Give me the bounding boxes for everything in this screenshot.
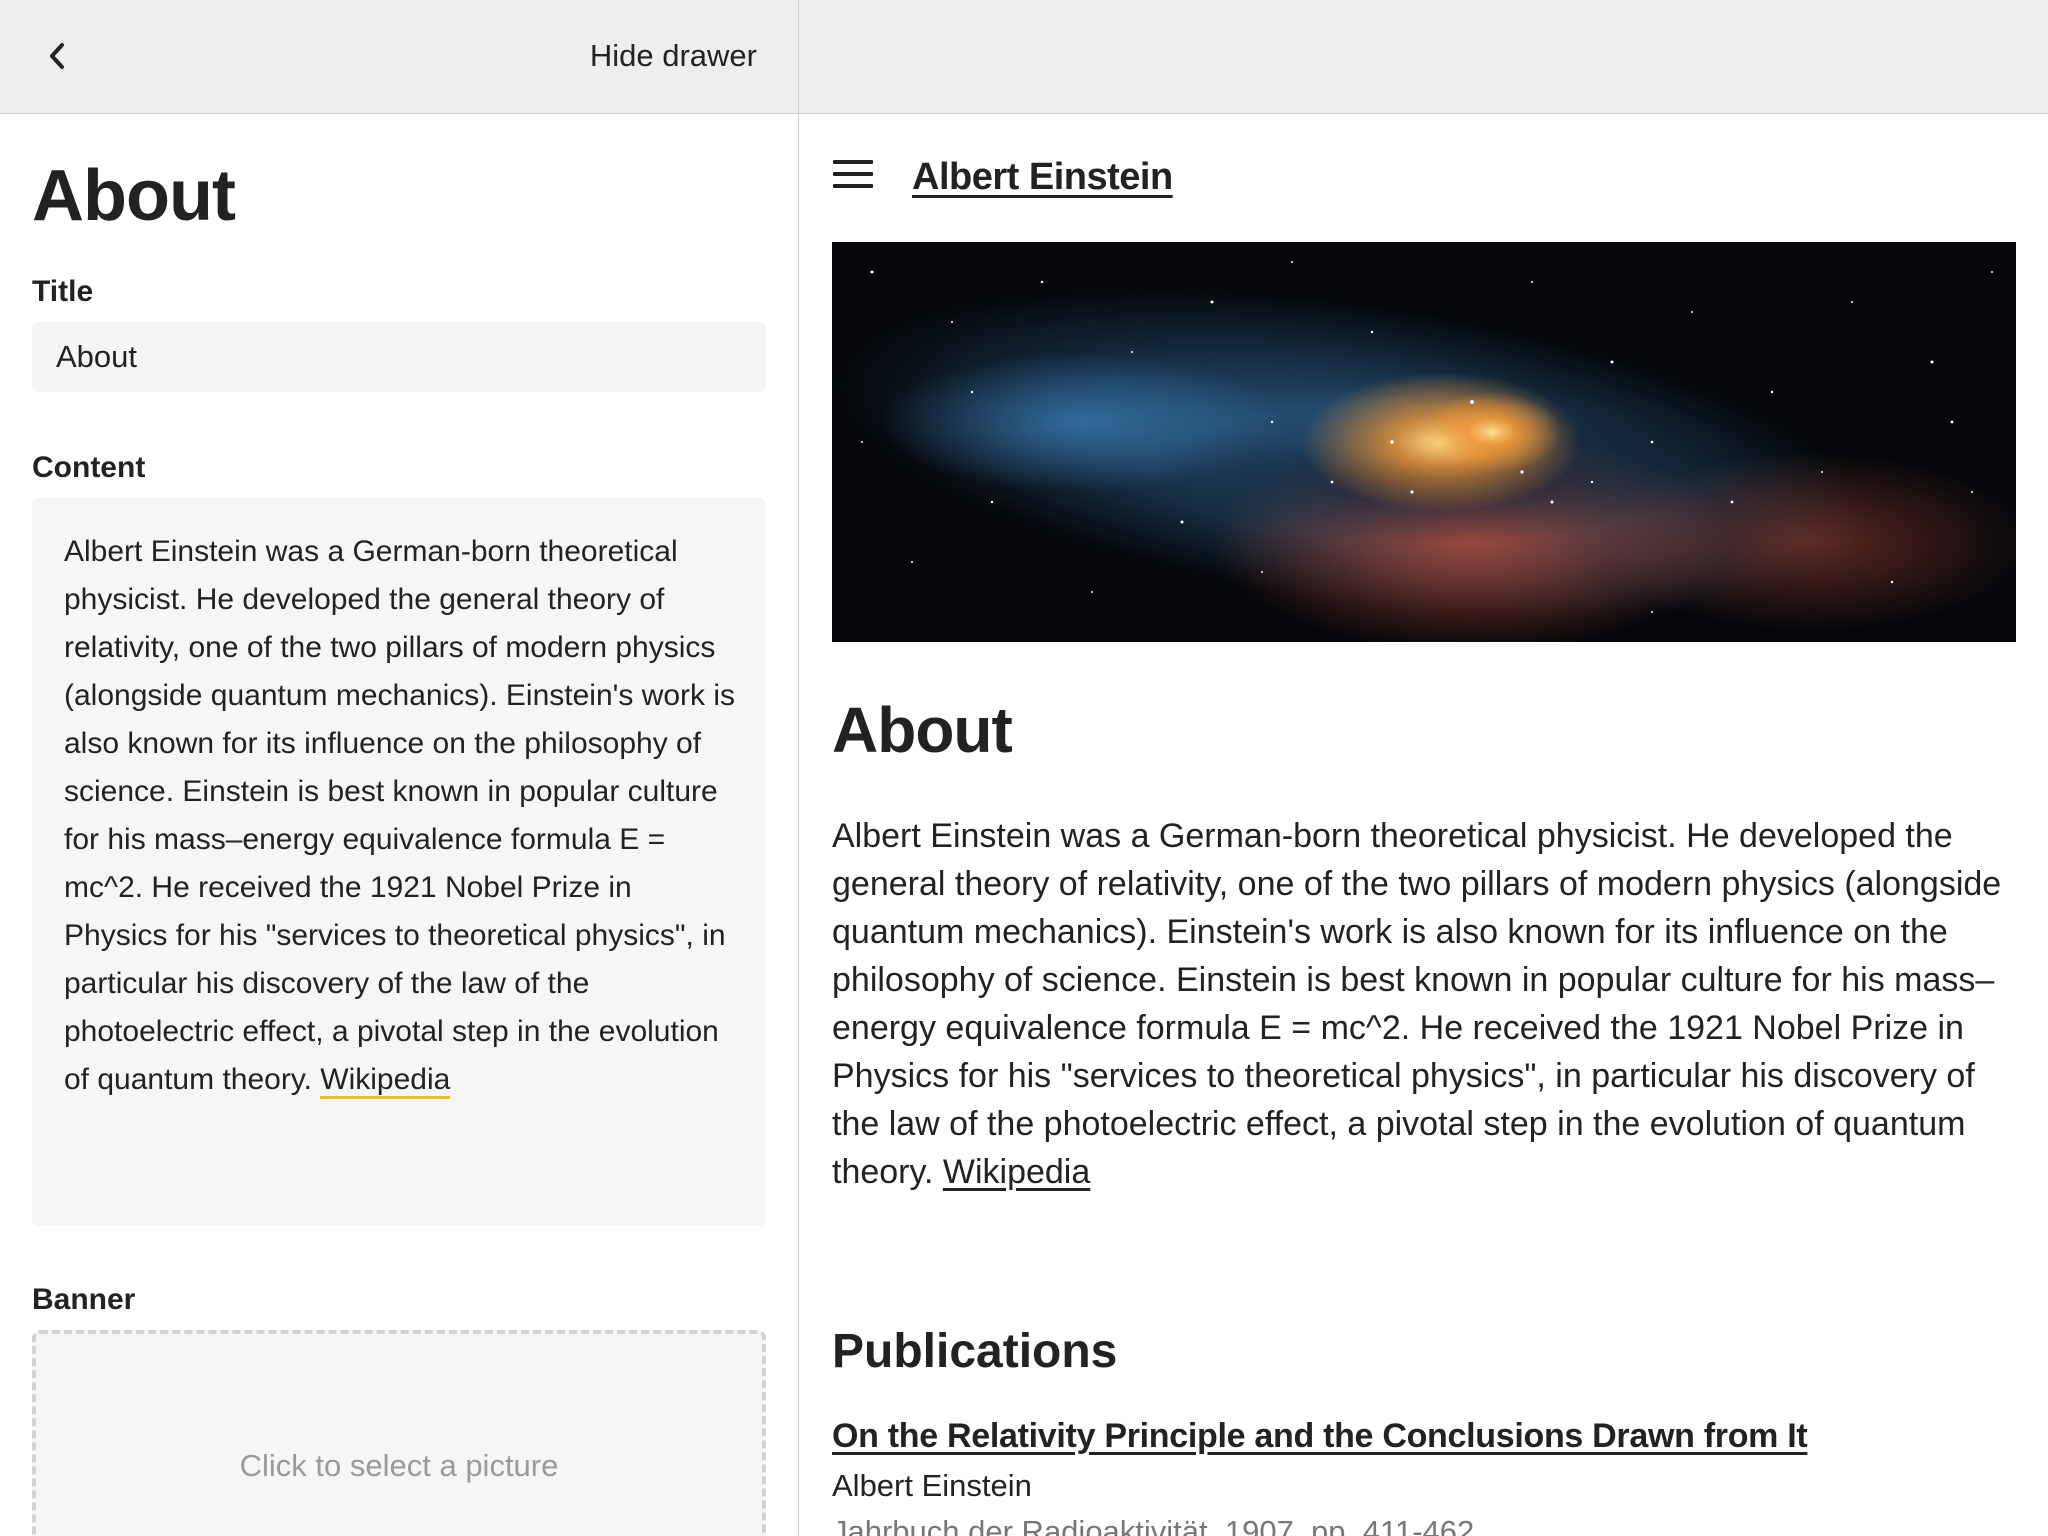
publication-journal-link[interactable]: Jahrbuch der Radioaktivität, 1907, pp. 4… — [832, 1512, 1474, 1536]
content-text: Albert Einstein was a German-born theore… — [64, 535, 736, 1096]
back-button[interactable] — [40, 36, 74, 76]
drawer-heading: About — [32, 156, 236, 236]
publication-author: Albert Einstein — [832, 1468, 1032, 1503]
site-preview: Albert Einstein About Albert Einstein wa… — [799, 114, 2048, 1536]
about-body: Albert Einstein was a German-born theore… — [832, 812, 2016, 1196]
site-title-link[interactable]: Albert Einstein — [912, 154, 1173, 200]
about-text: Albert Einstein was a German-born theore… — [832, 817, 2002, 1191]
banner-field-label: Banner — [32, 1283, 136, 1316]
hamburger-menu-icon[interactable] — [833, 160, 873, 192]
title-field-label: Title — [32, 275, 94, 308]
banner-placeholder-text: Click to select a picture — [239, 1448, 559, 1483]
publications-heading: Publications — [832, 1325, 1118, 1378]
banner-image — [832, 242, 2016, 642]
top-bar: Hide drawer — [0, 0, 2048, 114]
hide-drawer-button[interactable]: Hide drawer — [590, 36, 757, 76]
title-input[interactable] — [32, 322, 766, 392]
chevron-left-icon — [50, 43, 64, 69]
about-heading: About — [832, 694, 1013, 766]
publication-title-link[interactable]: On the Relativity Principle and the Conc… — [832, 1414, 1808, 1458]
banner-picture-picker[interactable]: Click to select a picture — [32, 1330, 766, 1536]
content-editor[interactable]: Albert Einstein was a German-born theore… — [32, 498, 766, 1226]
content-wikipedia-link[interactable]: Wikipedia — [320, 1063, 451, 1099]
about-wikipedia-link[interactable]: Wikipedia — [943, 1153, 1090, 1191]
editor-drawer: About Title Content Albert Einstein was … — [0, 114, 798, 1536]
content-field-label: Content — [32, 451, 146, 484]
